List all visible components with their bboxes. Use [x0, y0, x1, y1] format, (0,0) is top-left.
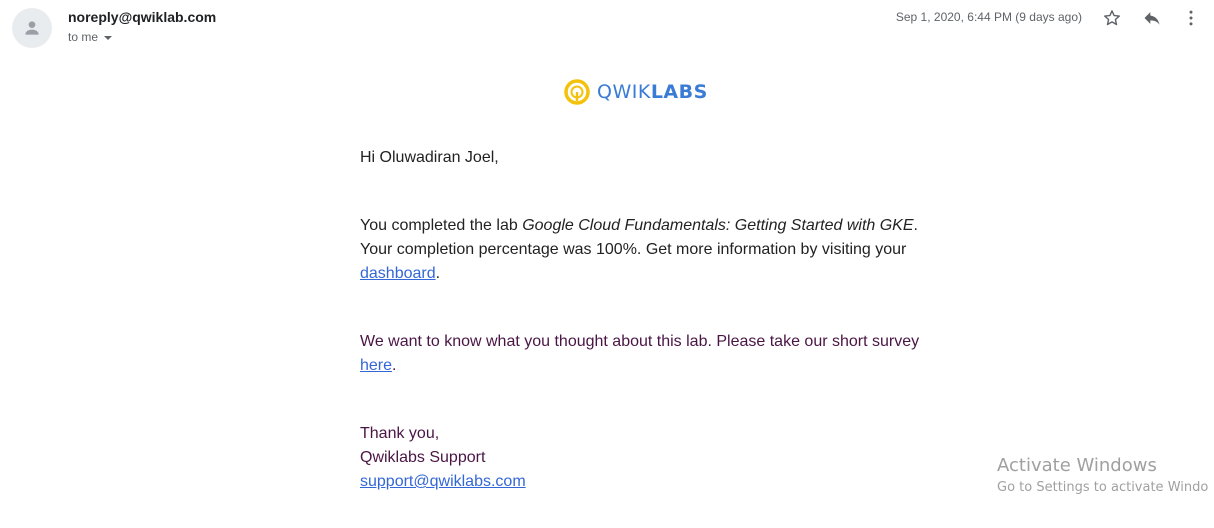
signature: Thank you, Qwiklabs Support support@qwik…	[360, 422, 920, 494]
watermark-title: Activate Windows	[997, 455, 1157, 476]
email-date: Sep 1, 2020, 6:44 PM (9 days ago)	[895, 10, 1082, 24]
sender-email[interactable]: noreply@qwiklab.com	[68, 9, 216, 25]
dashboard-link[interactable]: dashboard	[360, 265, 436, 282]
signature-team: Qwiklabs Support	[360, 449, 486, 466]
recipient-details-toggle[interactable]: to me	[68, 30, 113, 44]
para1-suffix: .	[435, 265, 441, 282]
survey-link[interactable]: here	[360, 357, 392, 374]
star-icon[interactable]	[1100, 6, 1124, 30]
watermark-subtitle: Go to Settings to activate Windo	[997, 480, 1209, 495]
lab-name: Google Cloud Fundamentals: Getting Start…	[522, 217, 914, 234]
logo-text-bold: LABS	[650, 81, 708, 103]
signature-thanks: Thank you,	[360, 425, 440, 442]
logo-text-light: QWIK	[597, 81, 651, 103]
logo-wordmark: QWIKLABS	[597, 81, 708, 103]
activate-windows-watermark: Activate Windows Go to Settings to activ…	[997, 455, 1208, 499]
completion-paragraph: You completed the lab Google Cloud Funda…	[360, 214, 920, 286]
survey-paragraph: We want to know what you thought about t…	[360, 330, 920, 378]
more-vert-icon[interactable]	[1179, 6, 1203, 30]
greeting: Hi Oluwadiran Joel,	[360, 149, 499, 166]
qwiklabs-logo: QWIKLABS	[563, 78, 708, 106]
support-email-link[interactable]: support@qwiklabs.com	[360, 473, 526, 490]
para2-prefix: We want to know what you thought about t…	[360, 333, 920, 350]
reply-icon[interactable]	[1140, 6, 1164, 30]
qwiklabs-logo-icon	[564, 79, 590, 105]
para1-prefix: You completed the lab	[360, 217, 523, 234]
email-view: noreply@qwiklab.com to me Sep 1, 2020, 6…	[0, 0, 1214, 528]
avatar-icon[interactable]	[12, 8, 52, 48]
recipient-label: to me	[68, 30, 99, 44]
chevron-down-icon	[104, 36, 113, 40]
para2-suffix: .	[392, 357, 397, 374]
